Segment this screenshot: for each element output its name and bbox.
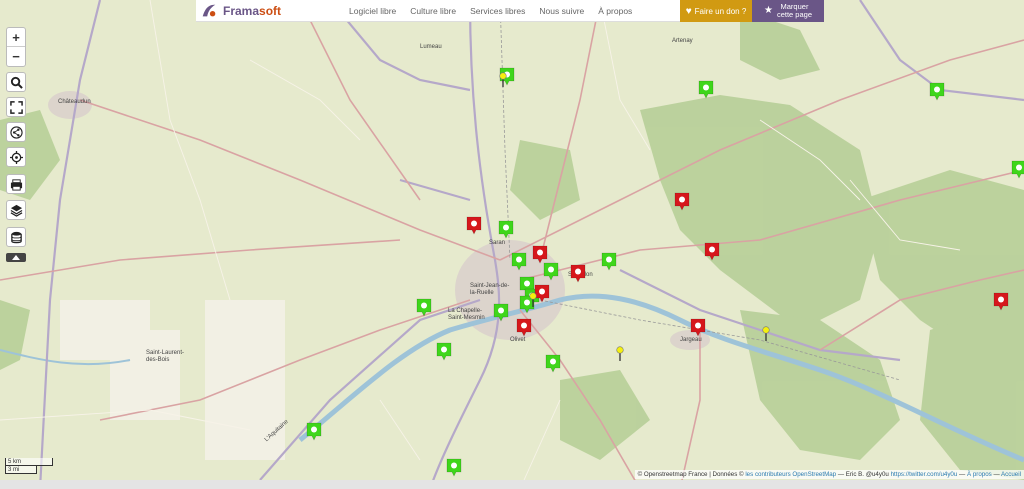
place-label: Châteaudun [58,99,91,105]
map-marker-pin[interactable] [498,220,514,239]
nav-services-libres[interactable]: Services libres [470,6,525,16]
map-marker-pin[interactable] [436,342,452,361]
scale-metric: 5 km [5,458,53,466]
chevron-up-icon [12,255,20,260]
map-marker-point[interactable] [499,72,507,88]
data-button[interactable] [6,227,26,247]
heart-icon: ♥ [685,5,692,17]
map-marker-pin[interactable] [306,422,322,441]
nav-culture-libre[interactable]: Culture libre [410,6,456,16]
home-link[interactable]: Accueil [1001,471,1021,478]
map-marker-pin[interactable] [532,245,548,264]
map-marker-pin[interactable] [704,242,720,261]
osm-contributors-link[interactable]: les contributeurs OpenStreetMap [745,471,836,478]
map-marker-pin[interactable] [698,80,714,99]
bookmark-label: Marquer cette page [776,2,812,19]
place-label: Saran [489,240,506,246]
place-label: Saint-Laurent-des-Bois [146,350,185,363]
twitter-link[interactable]: https://twitter.com/u4y0u [891,471,958,478]
share-button[interactable] [6,122,26,142]
place-label: Olivet [510,337,526,343]
fullscreen-button[interactable] [6,97,26,117]
nav-logiciel-libre[interactable]: Logiciel libre [349,6,396,16]
map-marker-pin[interactable] [466,216,482,235]
map-marker-point[interactable] [762,326,770,342]
zoom-in-button[interactable]: + [7,28,25,47]
nav-a-propos[interactable]: À propos [598,6,632,16]
place-label: La Chapelle-Saint-Mesmin [448,308,485,321]
zoom-out-button[interactable]: − [7,47,25,66]
star-icon: ★ [764,5,773,16]
map-marker-point[interactable] [529,292,537,308]
donate-button[interactable]: ♥ Faire un don ? [680,0,752,22]
locate-button[interactable] [6,147,26,167]
place-label: Saint-Jean-de-la-Ruelle [470,283,510,296]
share-icon [9,125,23,139]
map-marker-pin[interactable] [516,318,532,337]
fullscreen-icon [9,100,23,114]
toggle-panel-button[interactable] [6,253,26,262]
map-marker-pin[interactable] [601,252,617,271]
place-label: Artenay [672,38,693,44]
locate-icon [9,150,23,164]
scale-bar: 5 km 3 mi [5,458,53,474]
map-marker-pin[interactable] [993,292,1009,311]
bookmark-button[interactable]: ★ Marquer cette page [752,0,824,22]
framasoft-logo[interactable]: Frama soft [196,0,281,22]
map-canvas[interactable]: Châteaudun Saran Saint-Jean-de-la-Ruelle… [0,0,1024,489]
map-marker-pin[interactable] [690,318,706,337]
framasoft-logo-icon [202,4,216,16]
logo-text-soft: soft [259,3,282,18]
map-marker-pin[interactable] [511,252,527,271]
map-marker-pin[interactable] [674,192,690,211]
top-nav: Logiciel libre Culture libre Services li… [349,6,646,16]
map-marker-pin[interactable] [446,458,462,477]
scale-imperial: 3 mi [5,466,37,474]
layers-button[interactable] [6,200,26,220]
map-marker-pin[interactable] [416,298,432,317]
map-marker-pin[interactable] [493,303,509,322]
logo-text-frama: Frama [223,3,260,18]
nav-nous-suivre[interactable]: Nous suivre [539,6,584,16]
layers-icon [10,204,22,217]
search-icon [10,76,23,89]
map-marker-pin[interactable] [929,82,945,101]
data-icon [10,231,22,243]
donate-label: Faire un don ? [694,6,747,16]
map-marker-pin[interactable] [545,354,561,373]
place-label: Jargeau [680,337,702,343]
print-icon [10,178,22,191]
bottom-bar [0,480,1024,489]
zoom-control: + − [6,27,26,67]
map-marker-pin[interactable] [570,264,586,283]
search-button[interactable] [6,72,26,92]
attribution: © Openstreetmap France | Données © les c… [634,470,1024,479]
map-marker-pin[interactable] [1011,160,1024,179]
map-marker-point[interactable] [616,346,624,362]
map-marker-pin[interactable] [543,262,559,281]
about-link[interactable]: À propos [967,471,992,478]
place-label: Lumeau [420,44,442,50]
print-button[interactable] [6,174,26,194]
